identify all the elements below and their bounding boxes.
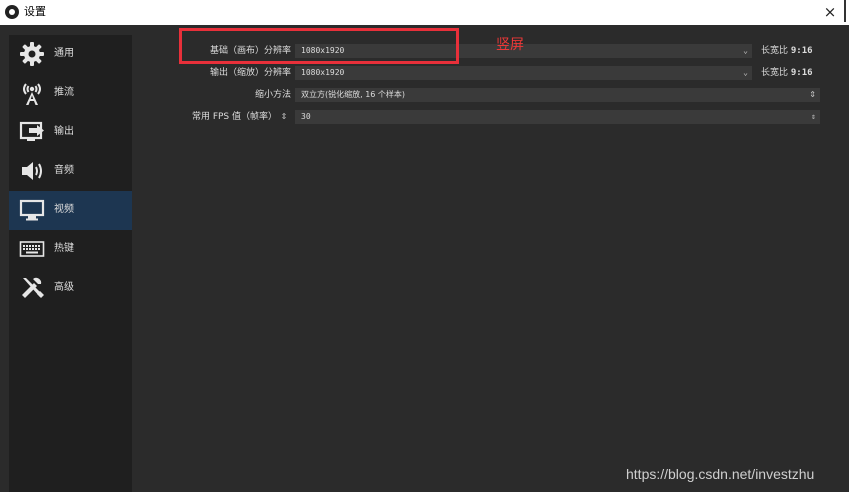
keyboard-icon (19, 236, 45, 262)
sidebar-item-label: 热键 (54, 243, 74, 254)
output-aspect-ratio: 长宽比 9:16 (761, 66, 813, 80)
output-icon (19, 119, 45, 145)
output-resolution-value: 1080x1920 (301, 68, 345, 77)
sidebar-item-advanced[interactable]: 高级 (9, 269, 132, 308)
watermark-text: https://blog.csdn.net/investzhu (626, 466, 815, 482)
title-bar: 设置 × (0, 0, 849, 25)
window-title: 设置 (24, 5, 46, 18)
chevron-down-icon[interactable]: ⌄ (743, 44, 748, 58)
sidebar-item-label: 视频 (54, 204, 74, 215)
aspect-ratio-label: 长宽比 (761, 46, 789, 56)
fps-value: 30 (301, 112, 311, 121)
fps-type-stepper-icon[interactable]: ⇕ (279, 110, 289, 124)
settings-window: 通用 推流 输出 音频 视频 热键 高级 基础（画布）分辨率 1080x1920… (0, 25, 849, 492)
output-resolution-label: 输出（缩放）分辨率 (209, 68, 291, 78)
sidebar-item-audio[interactable]: 音频 (9, 152, 132, 191)
speaker-icon (19, 158, 45, 184)
sidebar-item-label: 音频 (54, 165, 74, 176)
sidebar-item-hotkeys[interactable]: 热键 (9, 230, 132, 269)
annotation-note: 竖屏 (496, 37, 524, 53)
downscale-filter-select[interactable]: 双立方(锐化缩放, 16 个样本) ⇕ (295, 88, 820, 102)
sidebar-item-output[interactable]: 输出 (9, 113, 132, 152)
sidebar-item-label: 输出 (54, 126, 74, 137)
downscale-filter-label: 缩小方法 (254, 90, 291, 100)
window-edge (844, 0, 846, 22)
aspect-ratio-label: 长宽比 (761, 68, 789, 78)
downscale-filter-value: 双立方(锐化缩放, 16 个样本) (301, 90, 406, 99)
chevron-down-icon[interactable]: ⌄ (743, 66, 748, 80)
sidebar-item-stream[interactable]: 推流 (9, 74, 132, 113)
tools-icon (19, 275, 45, 301)
sidebar-item-general[interactable]: 通用 (9, 35, 132, 74)
base-aspect-ratio: 长宽比 9:16 (761, 44, 813, 58)
highlight-box (179, 28, 459, 64)
fps-select[interactable]: 30 ⇕ (295, 110, 820, 124)
updown-arrows-icon[interactable]: ⇕ (811, 110, 816, 124)
aspect-ratio-value: 9:16 (790, 46, 813, 56)
close-button[interactable]: × (821, 2, 839, 22)
sidebar-item-video[interactable]: 视频 (9, 191, 132, 230)
antenna-icon (19, 80, 45, 106)
monitor-icon (19, 197, 45, 223)
fps-label: 常用 FPS 值（帧率） (191, 112, 277, 122)
video-settings-panel: 基础（画布）分辨率 1080x1920 ⌄ 长宽比 9:16 输出（缩放）分辨率… (132, 25, 849, 492)
output-resolution-combobox[interactable]: 1080x1920 ⌄ (295, 66, 752, 80)
sidebar-item-label: 高级 (54, 282, 74, 293)
settings-sidebar: 通用 推流 输出 音频 视频 热键 高级 (9, 35, 132, 492)
sidebar-item-label: 通用 (54, 48, 74, 59)
aspect-ratio-value: 9:16 (790, 68, 813, 78)
obs-logo-icon (5, 5, 19, 19)
gear-icon (19, 41, 45, 67)
updown-arrows-icon[interactable]: ⇕ (809, 88, 816, 102)
sidebar-item-label: 推流 (54, 87, 74, 98)
